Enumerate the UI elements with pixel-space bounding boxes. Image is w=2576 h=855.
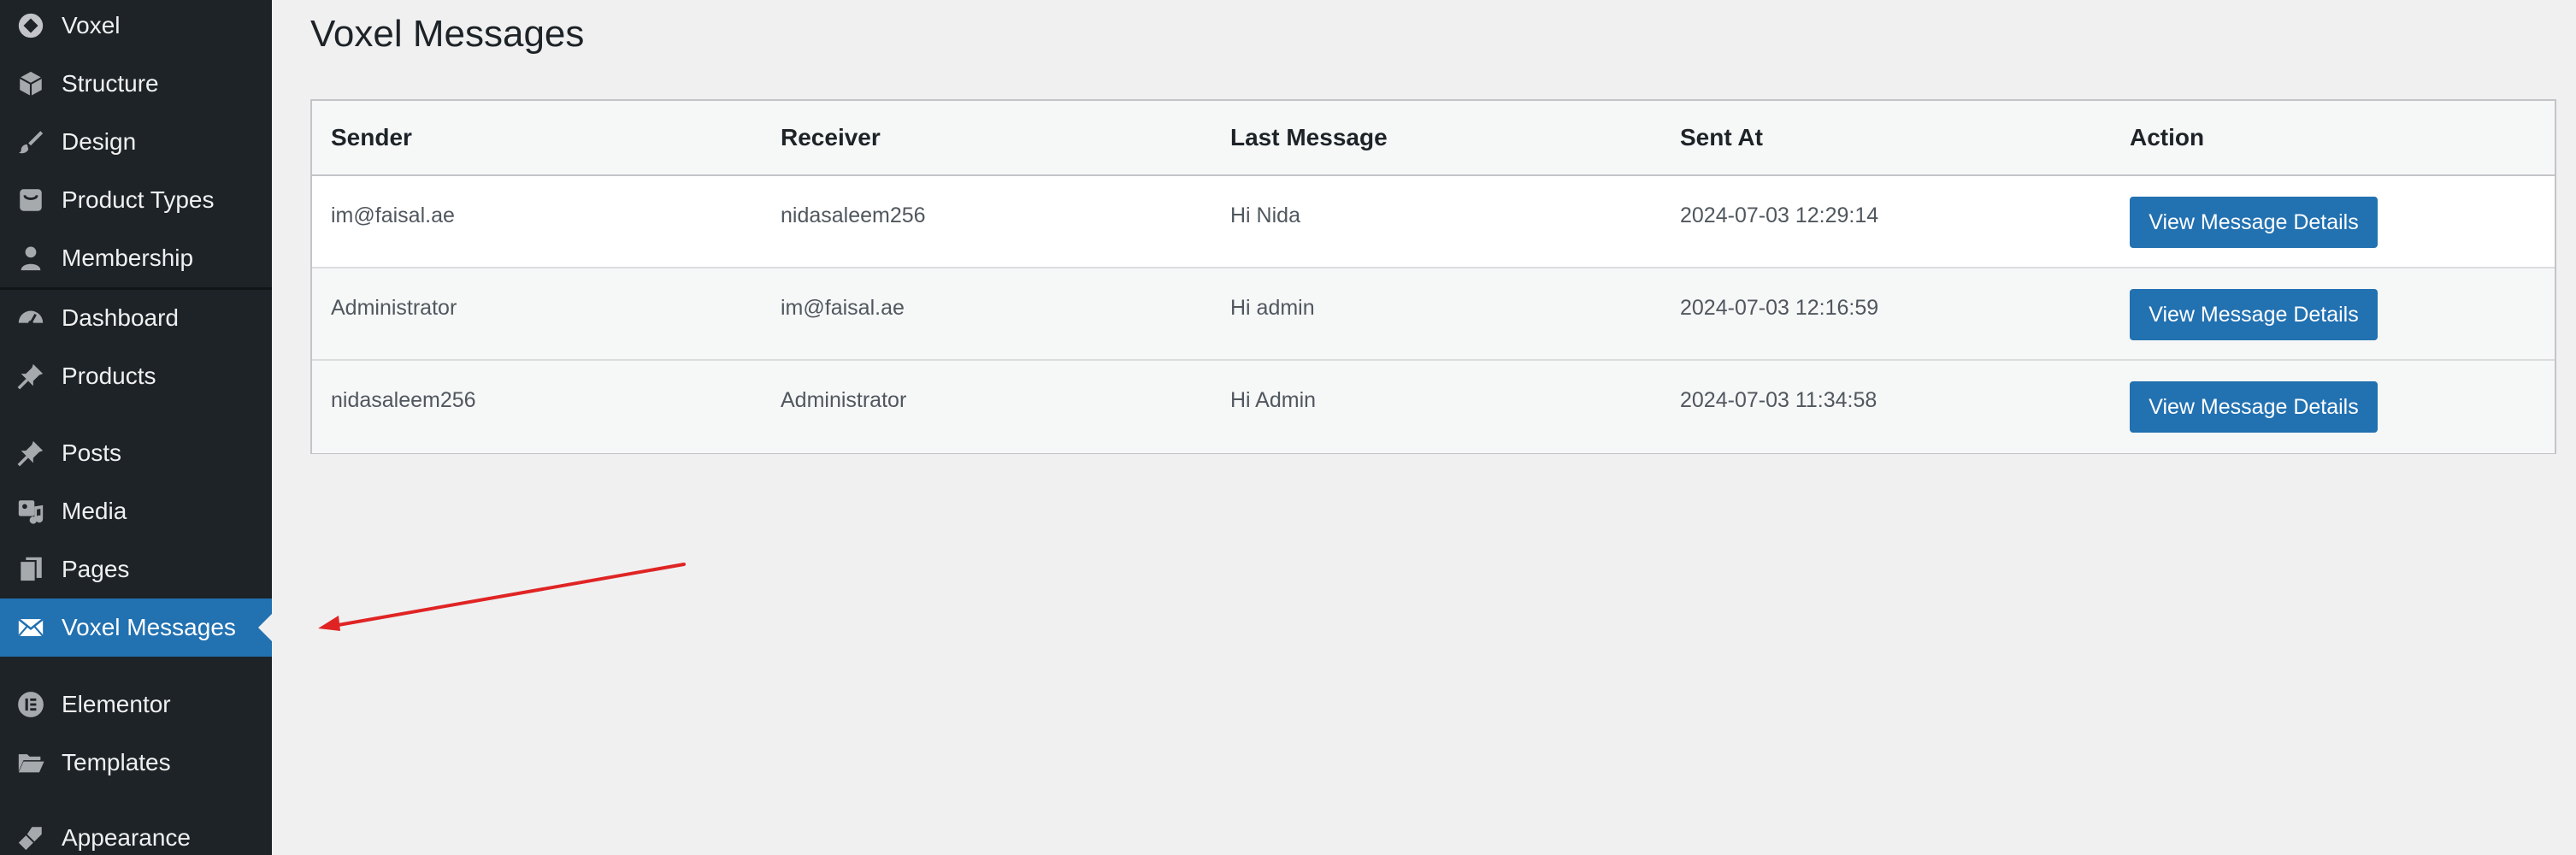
sidebar-item-label: Elementor: [62, 691, 171, 717]
sidebar-item-label: Design: [62, 128, 137, 155]
sidebar-item-label: Voxel: [62, 12, 121, 38]
table-row: nidasaleem256 Administrator Hi Admin 202…: [312, 361, 2555, 453]
cell-sent-at: 2024-07-03 12:29:14: [1680, 203, 1879, 227]
table-header: Sender Receiver Last Message Sent At Act…: [312, 101, 2555, 176]
pages-icon: [15, 554, 46, 585]
table-row: im@faisal.ae nidasaleem256 Hi Nida 2024-…: [312, 176, 2555, 268]
sidebar-item-membership[interactable]: Membership: [0, 229, 272, 287]
sidebar-item-label: Structure: [62, 70, 159, 97]
elementor-icon: [15, 689, 46, 720]
cell-sender: im@faisal.ae: [331, 203, 455, 227]
media-icon: [15, 496, 46, 527]
cell-sent-at: 2024-07-03 11:34:58: [1680, 388, 1877, 412]
column-header-receiver: Receiver: [781, 124, 881, 150]
pin-icon: [15, 361, 46, 392]
sidebar-item-structure[interactable]: Structure: [0, 55, 272, 113]
pin-icon: [15, 438, 46, 469]
cell-receiver: nidasaleem256: [781, 203, 926, 227]
sidebar-item-voxel[interactable]: Voxel: [0, 0, 272, 55]
sidebar-item-voxel-messages[interactable]: Voxel Messages: [0, 598, 272, 657]
view-message-details-button[interactable]: View Message Details: [2130, 381, 2378, 433]
dashboard-gauge-icon: [15, 303, 46, 333]
sidebar-item-appearance[interactable]: Appearance: [0, 809, 272, 855]
bag-icon: [15, 185, 46, 215]
admin-sidebar: Voxel Structure Design Product Types Mem: [0, 0, 272, 855]
cell-sent-at: 2024-07-03 12:16:59: [1680, 296, 1879, 320]
sidebar-item-pages[interactable]: Pages: [0, 540, 272, 598]
cell-last-message: Hi admin: [1230, 296, 1315, 320]
folder-icon: [15, 747, 46, 778]
sidebar-item-label: Media: [62, 498, 127, 524]
column-header-last-message: Last Message: [1230, 124, 1388, 150]
table-row: Administrator im@faisal.ae Hi admin 2024…: [312, 268, 2555, 361]
view-message-details-button[interactable]: View Message Details: [2130, 289, 2378, 340]
column-header-action: Action: [2130, 124, 2205, 150]
column-header-sent-at: Sent At: [1680, 124, 1763, 150]
sidebar-item-design[interactable]: Design: [0, 113, 272, 171]
sidebar-item-media[interactable]: Media: [0, 482, 272, 540]
cell-sender: nidasaleem256: [331, 388, 476, 412]
cell-last-message: Hi Admin: [1230, 388, 1317, 412]
sidebar-item-label: Posts: [62, 439, 122, 466]
cell-last-message: Hi Nida: [1230, 203, 1300, 227]
sidebar-item-product-types[interactable]: Product Types: [0, 171, 272, 229]
sidebar-item-posts[interactable]: Posts: [0, 424, 272, 482]
cell-receiver: im@faisal.ae: [781, 296, 905, 320]
wp-admin-screen: Voxel Structure Design Product Types Mem: [0, 0, 2576, 855]
sidebar-item-dashboard[interactable]: Dashboard: [0, 289, 272, 347]
sidebar-item-elementor[interactable]: Elementor: [0, 675, 272, 734]
sidebar-item-label: Voxel Messages: [62, 614, 236, 640]
column-header-sender: Sender: [331, 124, 412, 150]
sidebar-item-label: Membership: [62, 245, 194, 271]
user-icon: [15, 243, 46, 274]
sidebar-item-label: Products: [62, 363, 156, 389]
sidebar-item-products[interactable]: Products: [0, 347, 272, 405]
sidebar-item-label: Templates: [62, 749, 171, 775]
messages-table: Sender Receiver Last Message Sent At Act…: [310, 99, 2556, 454]
paintbrush-icon: [15, 823, 46, 853]
sidebar-item-label: Appearance: [62, 824, 192, 851]
sidebar-item-label: Pages: [62, 556, 130, 582]
cell-receiver: Administrator: [781, 388, 907, 412]
view-message-details-button[interactable]: View Message Details: [2130, 197, 2378, 248]
envelope-icon: [15, 612, 46, 643]
sidebar-item-label: Dashboard: [62, 304, 179, 331]
sidebar-item-label: Product Types: [62, 186, 215, 213]
annotation-arrow: [318, 563, 686, 631]
cell-sender: Administrator: [331, 296, 457, 320]
sidebar-item-templates[interactable]: Templates: [0, 734, 272, 792]
voxel-logo-icon: [15, 10, 46, 41]
page-title: Voxel Messages: [310, 13, 585, 55]
cube-icon: [15, 68, 46, 99]
brush-icon: [15, 127, 46, 157]
